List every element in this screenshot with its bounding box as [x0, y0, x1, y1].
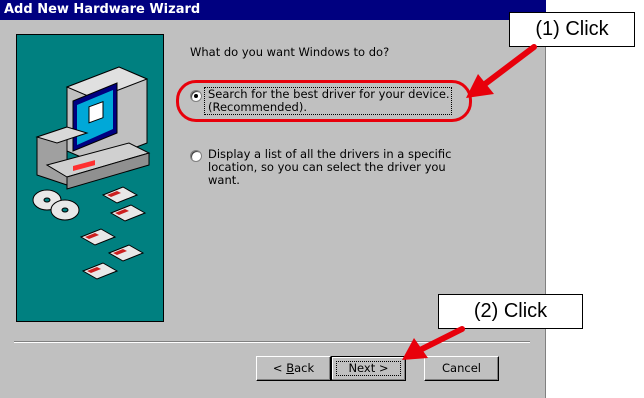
next-button[interactable]: Next > [331, 356, 406, 381]
callout-step-1: (1) Click [509, 12, 635, 47]
wizard-window: Add New Hardware Wizard What do you want… [0, 0, 546, 398]
next-focus-rectangle [336, 361, 401, 376]
cancel-button[interactable]: Cancel [424, 356, 499, 381]
back-button-prefix: < [272, 361, 287, 375]
callout-step-2: (2) Click [438, 294, 583, 329]
back-button[interactable]: < Back [256, 356, 331, 381]
floppy-disk-icon [79, 186, 147, 280]
back-button-accelerator: B [286, 361, 295, 375]
cd-disc-icon [32, 189, 80, 221]
computer-icon [35, 66, 151, 190]
option-display-driver-list[interactable]: Display a list of all the drivers in a s… [180, 148, 480, 187]
highlight-oval [176, 80, 472, 122]
hardware-illustration [32, 66, 151, 280]
wizard-prompt: What do you want Windows to do? [190, 45, 390, 59]
option-label: Display a list of all the drivers in a s… [208, 148, 478, 187]
option-label-line: location, so you can select the driver y… [208, 160, 446, 187]
button-separator [14, 341, 530, 343]
wizard-illustration [16, 34, 164, 322]
window-title: Add New Hardware Wizard [0, 0, 546, 20]
radio-display-driver-list[interactable] [190, 150, 202, 162]
back-button-label: ack [294, 361, 315, 375]
cancel-button-label: Cancel [442, 361, 481, 375]
